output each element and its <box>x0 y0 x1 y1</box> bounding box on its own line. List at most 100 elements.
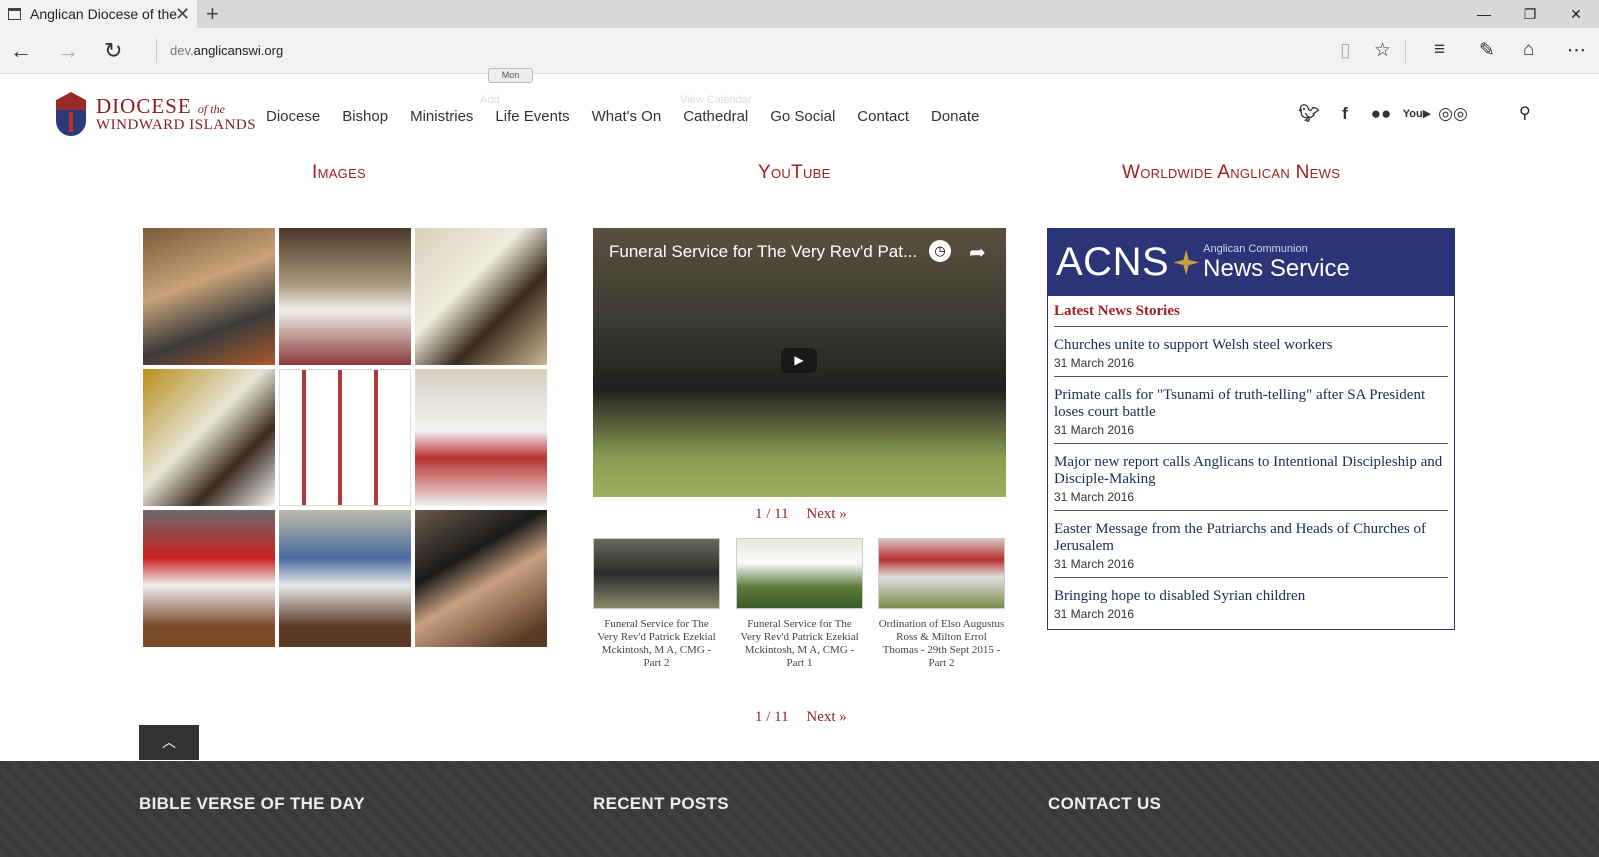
news-item: Primate calls for "Tsunami of truth-tell… <box>1054 377 1448 444</box>
next-page-link[interactable]: Next » <box>806 506 846 522</box>
next-page-link[interactable]: Next » <box>806 709 846 725</box>
contact-us-heading: CONTACT US <box>1048 794 1162 813</box>
news-item: Major new report calls Anglicans to Inte… <box>1054 444 1448 511</box>
nav-whats-on[interactable]: What's On <box>592 108 662 125</box>
close-window-icon[interactable]: ✕ <box>1553 0 1599 28</box>
nav-life-events[interactable]: Life Events <box>495 108 569 125</box>
browser-tab-bar: Anglican Diocese of the ✕ + — ❐ ✕ <box>0 0 1599 28</box>
share-icon[interactable]: ⌂ <box>1523 39 1534 61</box>
video-title[interactable]: Funeral Service for The Very Rev'd Pat..… <box>609 242 917 262</box>
news-link[interactable]: Bringing hope to disabled Syrian childre… <box>1054 588 1448 605</box>
page-indicator: 1 / 11 <box>755 506 789 522</box>
news-link[interactable]: Primate calls for "Tsunami of truth-tell… <box>1054 387 1448 421</box>
video-pager-top: 1 / 11 Next » <box>755 506 847 523</box>
news-date: 31 March 2016 <box>1054 490 1135 504</box>
nav-go-social[interactable]: Go Social <box>770 108 835 125</box>
images-heading: Images <box>312 162 367 183</box>
image-gallery <box>143 228 548 647</box>
toolbar-divider <box>1405 39 1406 63</box>
social-links: 🐦︎ f ●● You▶ ◎◎ <box>1291 104 1471 124</box>
facebook-icon[interactable]: f <box>1327 104 1363 124</box>
gallery-photo[interactable] <box>279 369 411 506</box>
play-icon[interactable]: ▶ <box>781 348 817 373</box>
tripadvisor-icon[interactable]: ◎◎ <box>1435 104 1471 124</box>
gallery-photo[interactable] <box>415 228 547 365</box>
video-thumbnail[interactable] <box>736 538 863 609</box>
news-date: 31 March 2016 <box>1054 607 1135 621</box>
forward-icon[interactable]: → <box>57 38 79 64</box>
gallery-photo[interactable] <box>415 369 547 506</box>
search-icon[interactable]: ⚲ <box>1519 103 1531 123</box>
video-pager-bottom: 1 / 11 Next » <box>755 709 847 726</box>
flickr-icon[interactable]: ●● <box>1363 104 1399 124</box>
page-indicator: 1 / 11 <box>755 709 789 725</box>
news-link[interactable]: Major new report calls Anglicans to Inte… <box>1054 454 1448 488</box>
web-page: Diocese of the Windward Islands Mon Add … <box>0 68 1599 857</box>
nav-diocese[interactable]: Diocese <box>266 108 320 125</box>
nav-bishop[interactable]: Bishop <box>342 108 388 125</box>
recent-posts-heading: RECENT POSTS <box>593 794 729 813</box>
news-item: Bringing hope to disabled Syrian childre… <box>1054 578 1448 627</box>
news-link[interactable]: Churches unite to support Welsh steel wo… <box>1054 337 1448 354</box>
main-nav: Diocese Bishop Ministries Life Events Wh… <box>266 108 1001 125</box>
nav-contact[interactable]: Contact <box>857 108 909 125</box>
video-thumbnail[interactable] <box>878 538 1005 609</box>
tab-title: Anglican Diocese of the <box>30 6 178 22</box>
view-calendar-ghost: View Calendar <box>680 94 752 106</box>
news-item: Churches unite to support Welsh steel wo… <box>1054 327 1448 377</box>
url-field[interactable]: dev.anglicanswi.org <box>170 43 283 58</box>
browser-tab[interactable]: Anglican Diocese of the ✕ <box>0 0 197 28</box>
page-icon <box>8 8 21 20</box>
gallery-photo[interactable] <box>143 369 275 506</box>
news-heading: Worldwide Anglican News <box>1122 162 1341 183</box>
youtube-heading: YouTube <box>758 162 831 183</box>
watch-later-icon[interactable]: ◷ <box>929 240 951 262</box>
nav-cathedral[interactable]: Cathedral <box>683 108 748 125</box>
gallery-photo[interactable] <box>143 510 275 647</box>
video-thumbnail[interactable] <box>593 538 720 609</box>
url-divider <box>156 39 157 63</box>
gallery-photo[interactable] <box>143 228 275 365</box>
back-to-top-button[interactable]: ︿ <box>139 725 199 760</box>
news-link[interactable]: Easter Message from the Patriarchs and H… <box>1054 521 1448 555</box>
restore-icon[interactable]: ❐ <box>1507 0 1553 28</box>
calendar-day-chip: Mon <box>488 68 533 83</box>
refresh-icon[interactable]: ↻ <box>104 38 122 64</box>
news-date: 31 March 2016 <box>1054 557 1135 571</box>
acns-logo[interactable]: ACNS Anglican Communion News Service <box>1048 229 1454 296</box>
bible-verse-heading: BIBLE VERSE OF THE DAY <box>139 794 366 813</box>
compass-rose-icon <box>1173 249 1200 276</box>
nav-ministries[interactable]: Ministries <box>410 108 473 125</box>
address-bar: ← → ↻ dev.anglicanswi.org ▯ ☆ ≡ ✎ ⌂ ⋯ <box>0 28 1599 74</box>
more-icon[interactable]: ⋯ <box>1567 39 1586 62</box>
latest-news-heading: Latest News Stories <box>1054 303 1448 327</box>
favorite-star-icon[interactable]: ☆ <box>1374 39 1391 62</box>
close-tab-icon[interactable]: ✕ <box>175 4 190 25</box>
youtube-icon[interactable]: You▶ <box>1399 104 1435 124</box>
video-caption[interactable]: Ordination of Elso Augustus Ross & Milto… <box>878 618 1005 670</box>
gallery-photo[interactable] <box>279 228 411 365</box>
reading-view-icon[interactable]: ▯ <box>1340 39 1350 62</box>
nav-donate[interactable]: Donate <box>931 108 979 125</box>
minimize-icon[interactable]: — <box>1461 0 1507 28</box>
diocese-crest-icon <box>56 92 86 136</box>
twitter-icon[interactable]: 🐦︎ <box>1291 104 1327 124</box>
web-note-icon[interactable]: ✎ <box>1479 39 1495 62</box>
news-item: Easter Message from the Patriarchs and H… <box>1054 511 1448 578</box>
back-icon[interactable]: ← <box>10 38 32 64</box>
calendar-add-ghost: Add <box>480 94 500 106</box>
acns-news-widget: ACNS Anglican Communion News Service Lat… <box>1047 228 1455 630</box>
video-caption[interactable]: Funeral Service for The Very Rev'd Patri… <box>736 618 863 670</box>
gallery-photo[interactable] <box>415 510 547 647</box>
share-video-icon[interactable]: ➦ <box>969 240 986 265</box>
video-caption[interactable]: Funeral Service for The Very Rev'd Patri… <box>593 618 720 670</box>
news-date: 31 March 2016 <box>1054 356 1135 370</box>
news-date: 31 March 2016 <box>1054 423 1135 437</box>
new-tab-icon[interactable]: + <box>206 1 219 27</box>
youtube-video-player[interactable]: Funeral Service for The Very Rev'd Pat..… <box>593 228 1006 497</box>
hub-icon[interactable]: ≡ <box>1434 39 1445 61</box>
window-controls: — ❐ ✕ <box>1461 0 1599 28</box>
site-footer: BIBLE VERSE OF THE DAY RECENT POSTS CONT… <box>0 761 1599 857</box>
gallery-photo[interactable] <box>279 510 411 647</box>
site-logo[interactable]: Diocese of the Windward Islands <box>56 92 256 136</box>
